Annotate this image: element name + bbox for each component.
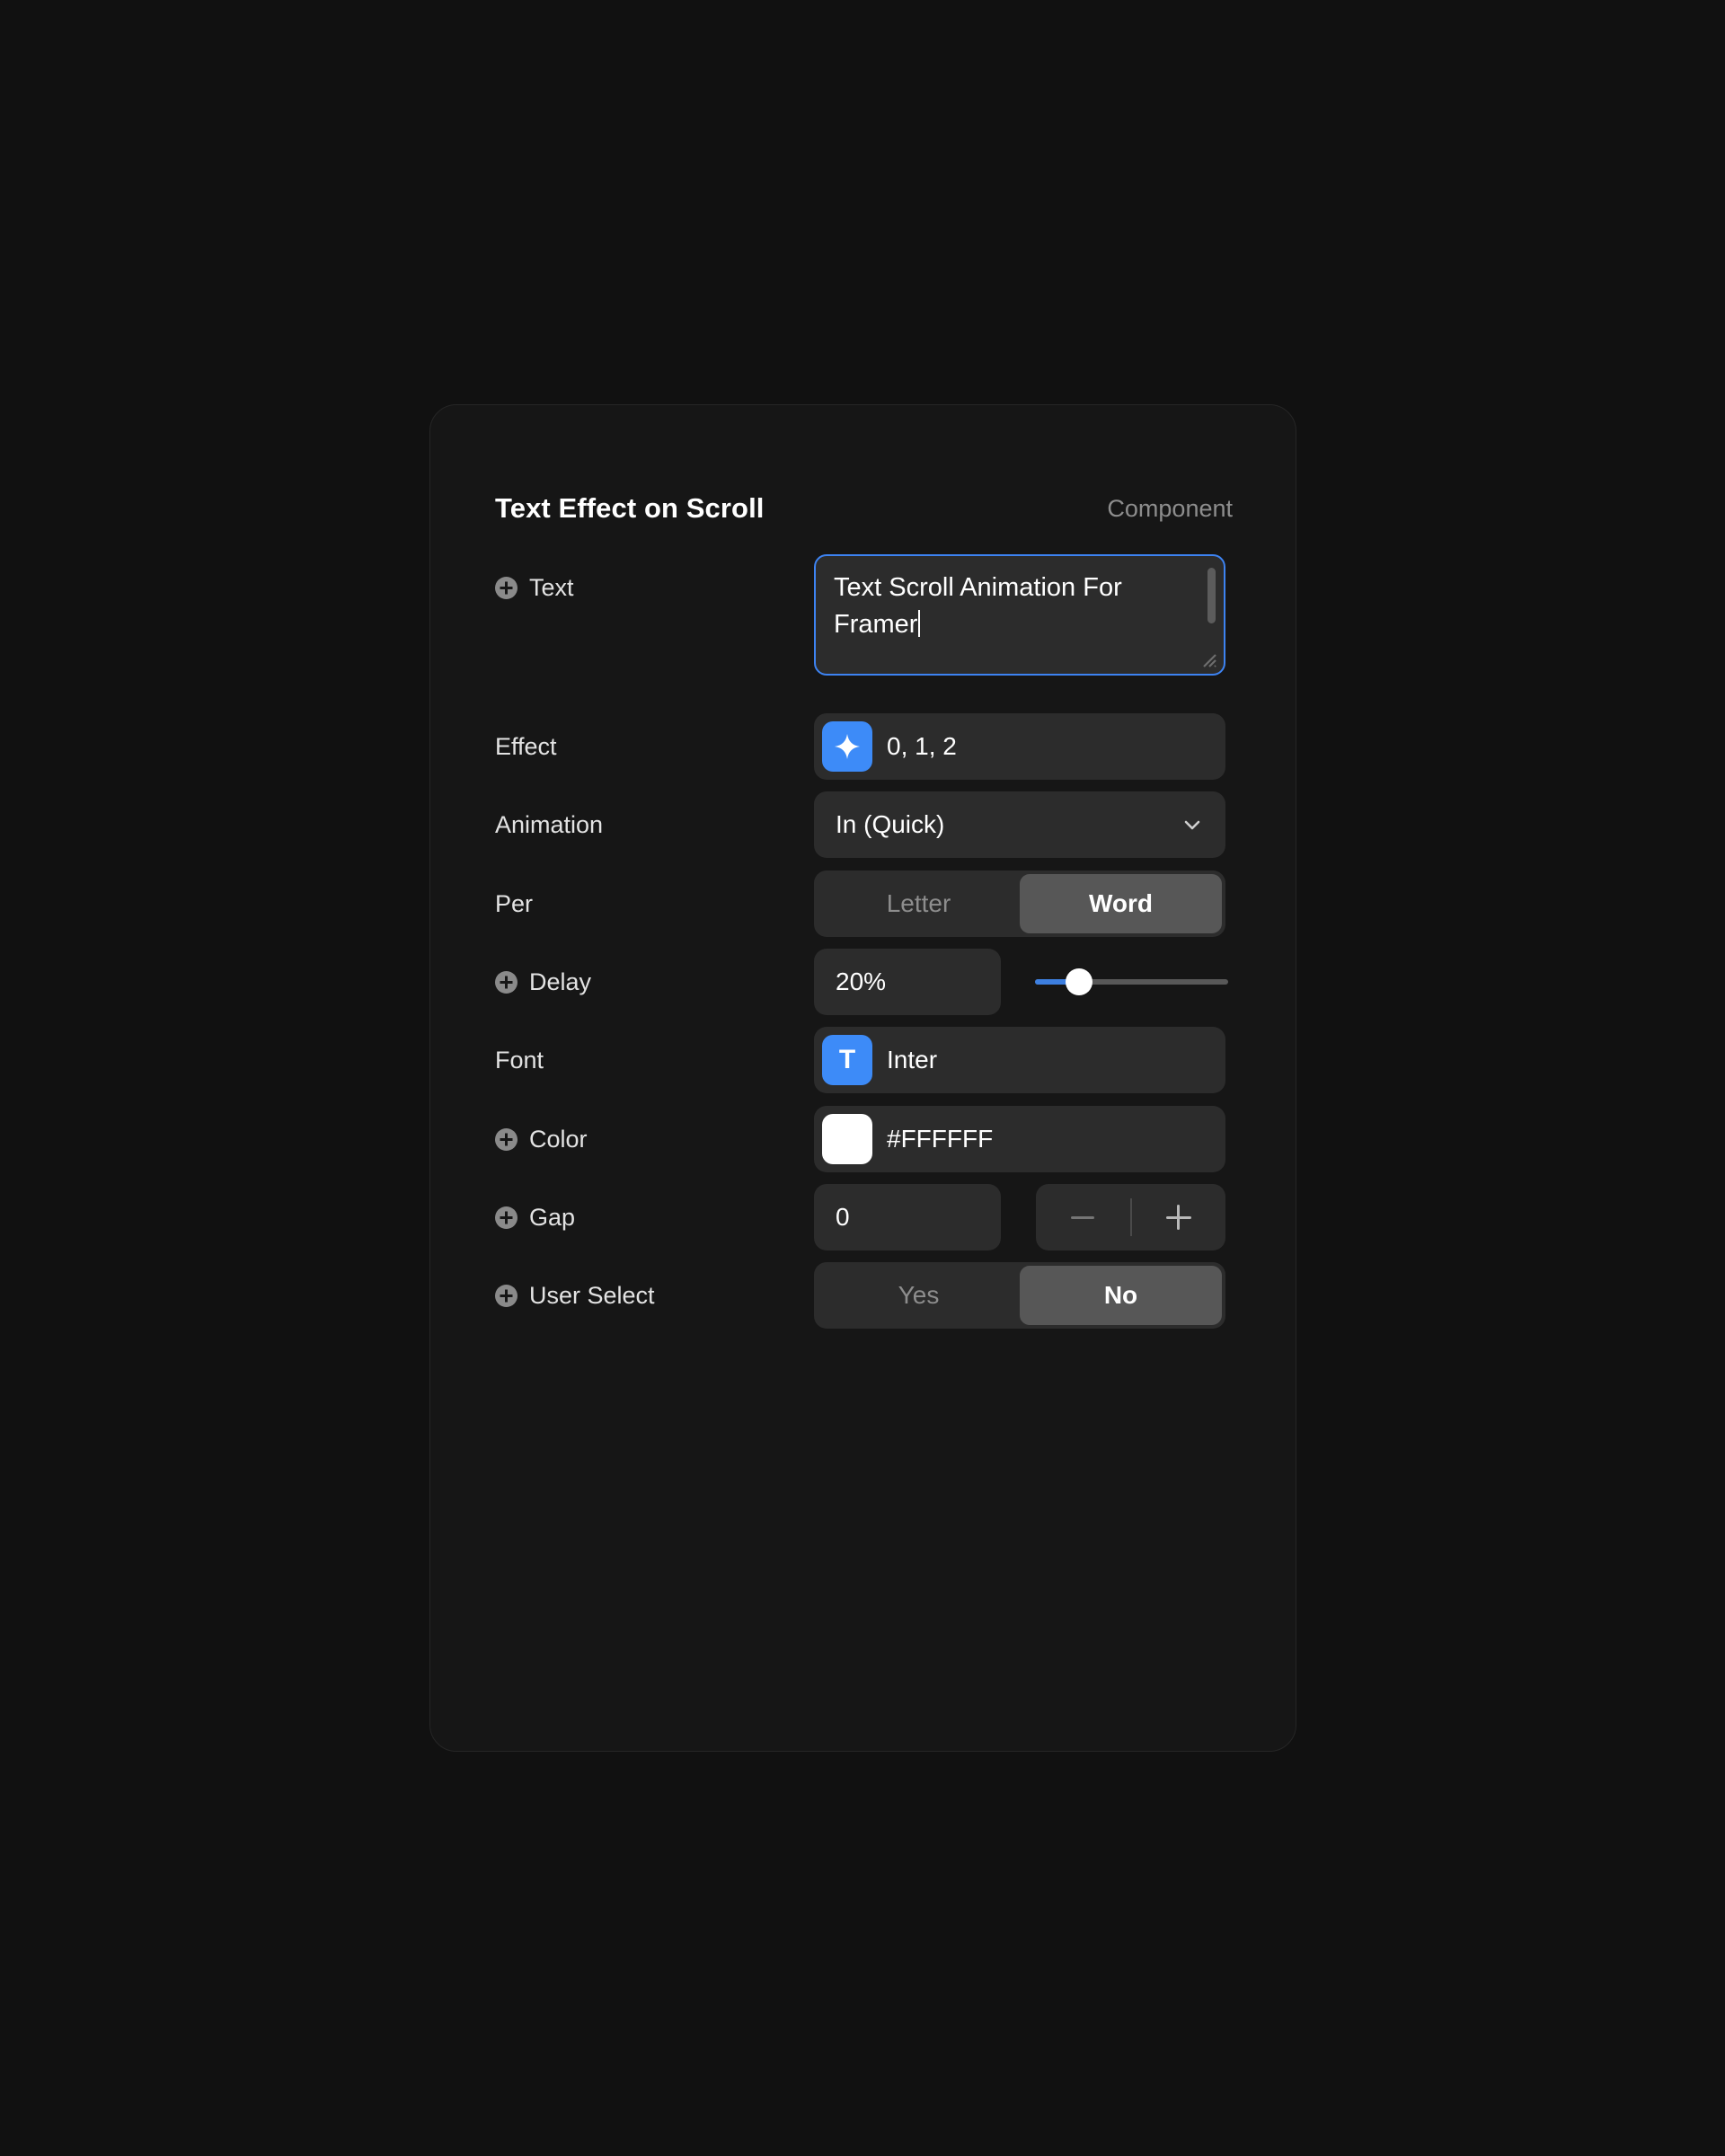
row-label-font-caption: Font — [495, 1046, 544, 1074]
resize-handle-icon[interactable] — [1199, 649, 1216, 667]
property-row-delay: Delay 20% — [495, 949, 1233, 1015]
property-row-user-select: User Select Yes No — [495, 1262, 1233, 1329]
add-variable-icon[interactable] — [495, 970, 518, 994]
text-type-icon-glyph: T — [838, 1045, 856, 1074]
row-label-text: Text — [495, 554, 814, 602]
per-segmented-control: Letter Word — [814, 870, 1225, 937]
row-label-per-caption: Per — [495, 889, 534, 917]
row-label-font: Font — [495, 1047, 814, 1074]
gap-decrement-button[interactable] — [1036, 1184, 1130, 1250]
sparkle-icon — [822, 721, 872, 772]
row-label-delay: Delay — [495, 968, 814, 996]
property-row-gap: Gap 0 — [495, 1184, 1233, 1250]
add-variable-icon[interactable] — [495, 577, 518, 599]
gap-input[interactable]: 0 — [814, 1184, 1001, 1250]
row-label-animation-caption: Animation — [495, 810, 604, 838]
gap-increment-button[interactable] — [1132, 1184, 1226, 1250]
delay-input[interactable]: 20% — [814, 949, 1001, 1015]
gap-stepper — [1036, 1184, 1225, 1250]
animation-value: In (Quick) — [836, 810, 945, 838]
user-select-option-yes[interactable]: Yes — [818, 1266, 1020, 1325]
gap-value: 0 — [836, 1203, 850, 1231]
property-row-font: Font T Inter — [495, 1027, 1233, 1093]
row-label-gap-caption: Gap — [529, 1203, 576, 1231]
row-label-delay-caption: Delay — [529, 968, 592, 995]
text-caret — [918, 610, 921, 637]
panel-header: Text Effect on Scroll Component — [495, 490, 1233, 526]
color-value: #FFFFFF — [887, 1125, 994, 1153]
text-textarea-value: Text Scroll Animation For Framer — [834, 573, 1129, 639]
minus-icon — [1071, 1215, 1095, 1219]
delay-slider[interactable] — [1035, 949, 1228, 1015]
row-label-user-select-caption: User Select — [529, 1281, 655, 1309]
text-type-icon: T — [822, 1035, 872, 1085]
animation-dropdown[interactable]: In (Quick) — [814, 791, 1225, 858]
user-select-option-no[interactable]: No — [1020, 1266, 1222, 1325]
row-control-effect: 0, 1, 2 — [814, 713, 1233, 780]
add-variable-icon[interactable] — [495, 1284, 518, 1307]
row-label-animation: Animation — [495, 811, 814, 839]
delay-value: 20% — [836, 968, 887, 995]
chevron-down-icon — [1181, 813, 1204, 836]
row-label-per: Per — [495, 890, 814, 918]
font-field[interactable]: T Inter — [814, 1027, 1225, 1093]
row-control-animation: In (Quick) — [814, 791, 1233, 858]
effect-field[interactable]: 0, 1, 2 — [814, 713, 1225, 780]
row-control-user-select: Yes No — [814, 1262, 1233, 1329]
per-option-word[interactable]: Word — [1020, 874, 1222, 933]
delay-slider-thumb[interactable] — [1066, 968, 1093, 995]
add-variable-icon[interactable] — [495, 1206, 518, 1229]
page-title: Text Effect on Scroll — [495, 492, 765, 524]
row-control-per: Letter Word — [814, 870, 1233, 937]
textarea-scrollbar[interactable] — [1208, 568, 1216, 623]
row-label-color: Color — [495, 1126, 814, 1153]
row-label-effect: Effect — [495, 733, 814, 761]
color-swatch[interactable] — [822, 1114, 872, 1164]
plus-icon — [1165, 1205, 1191, 1230]
property-row-color: Color #FFFFFF — [495, 1106, 1233, 1172]
property-row-per: Per Letter Word — [495, 870, 1233, 937]
effect-value: 0, 1, 2 — [887, 732, 957, 760]
row-label-user-select: User Select — [495, 1282, 814, 1310]
per-option-letter[interactable]: Letter — [818, 874, 1020, 933]
row-control-gap: 0 — [814, 1184, 1233, 1250]
row-label-text-caption: Text — [529, 574, 574, 601]
row-control-delay: 20% — [814, 949, 1233, 1015]
component-kind-label: Component — [1107, 494, 1233, 522]
user-select-segmented-control: Yes No — [814, 1262, 1225, 1329]
row-label-color-caption: Color — [529, 1125, 588, 1153]
property-row-animation: Animation In (Quick) — [495, 791, 1233, 858]
properties-panel: Text Effect on Scroll Component Text Tex… — [429, 404, 1296, 1752]
row-control-color: #FFFFFF — [814, 1106, 1233, 1172]
property-row-effect: Effect 0, 1, 2 — [495, 713, 1233, 780]
add-variable-icon[interactable] — [495, 1127, 518, 1151]
property-row-text: Text Text Scroll Animation For Framer — [495, 554, 1233, 676]
row-label-gap: Gap — [495, 1204, 814, 1232]
row-control-text: Text Scroll Animation For Framer — [814, 554, 1233, 676]
row-label-effect-caption: Effect — [495, 732, 557, 760]
text-textarea[interactable]: Text Scroll Animation For Framer — [814, 554, 1225, 676]
screen: Text Effect on Scroll Component Text Tex… — [0, 0, 1725, 2156]
row-control-font: T Inter — [814, 1027, 1233, 1093]
color-field[interactable]: #FFFFFF — [814, 1106, 1225, 1172]
font-value: Inter — [887, 1046, 938, 1074]
